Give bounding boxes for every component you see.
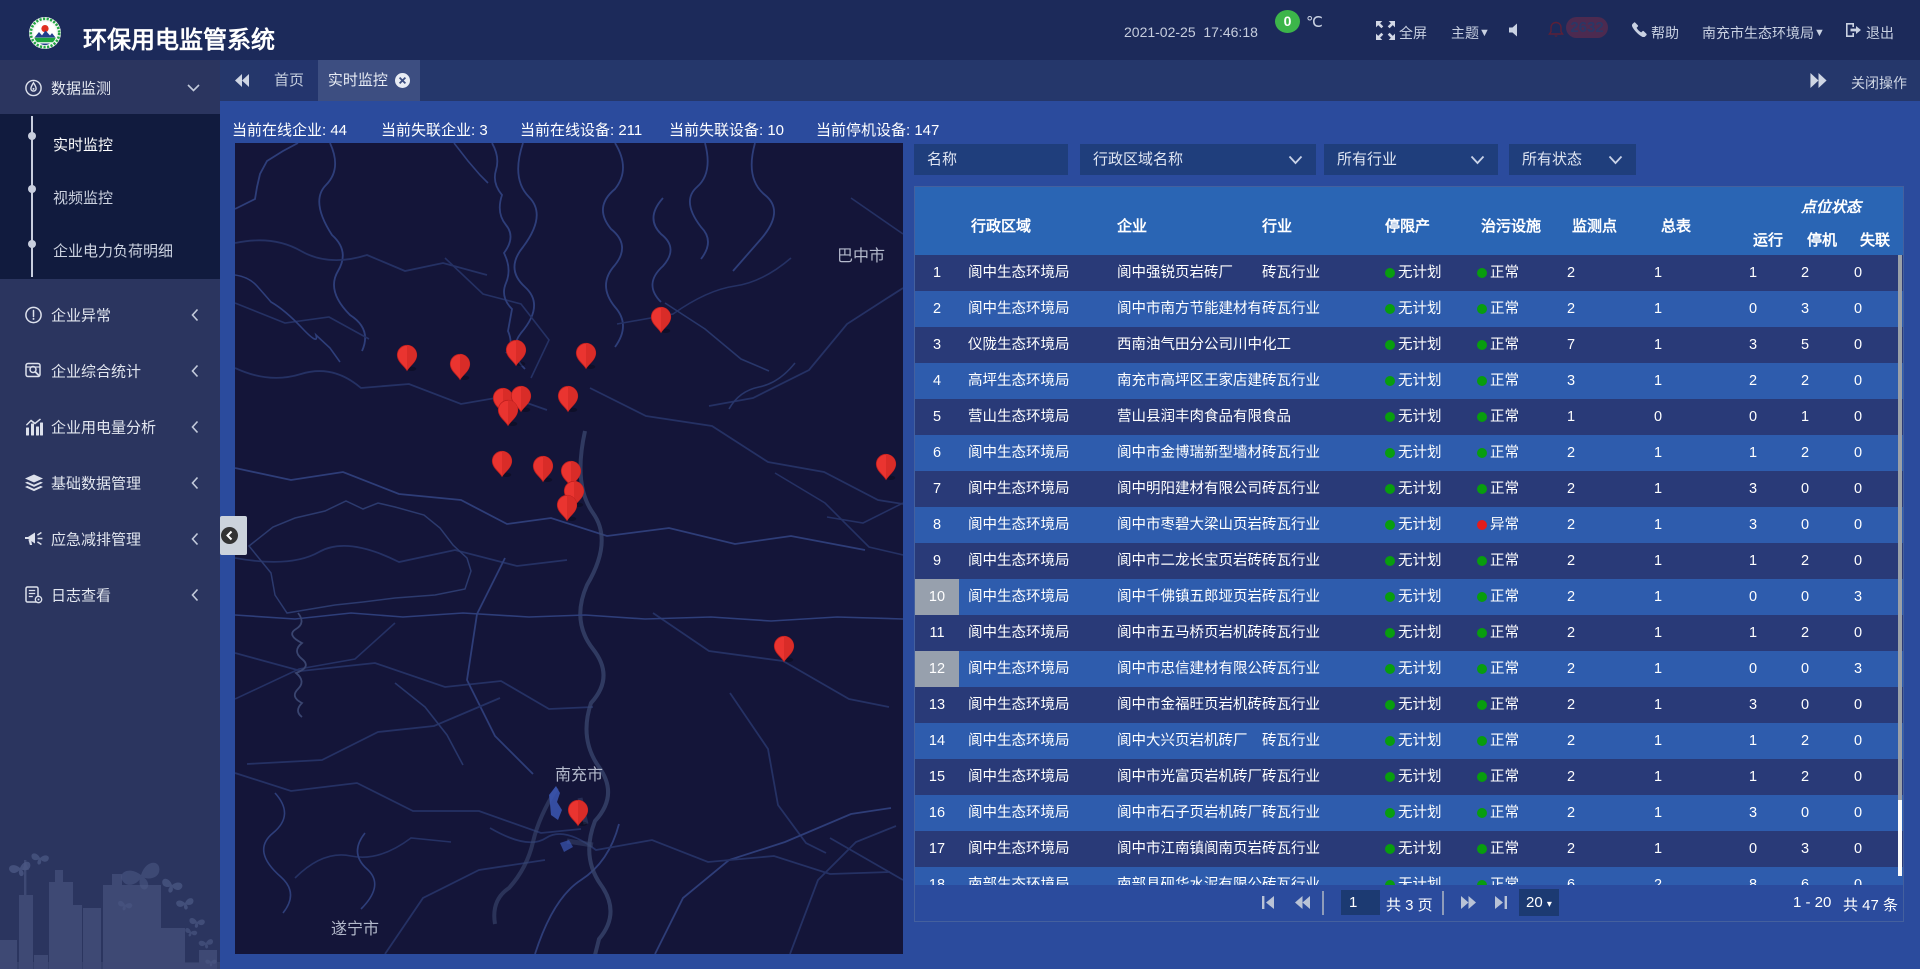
svg-text:遂宁市: 遂宁市: [331, 920, 379, 938]
svg-text:巴中市: 巴中市: [837, 247, 885, 265]
svg-text:南充市: 南充市: [555, 766, 603, 784]
